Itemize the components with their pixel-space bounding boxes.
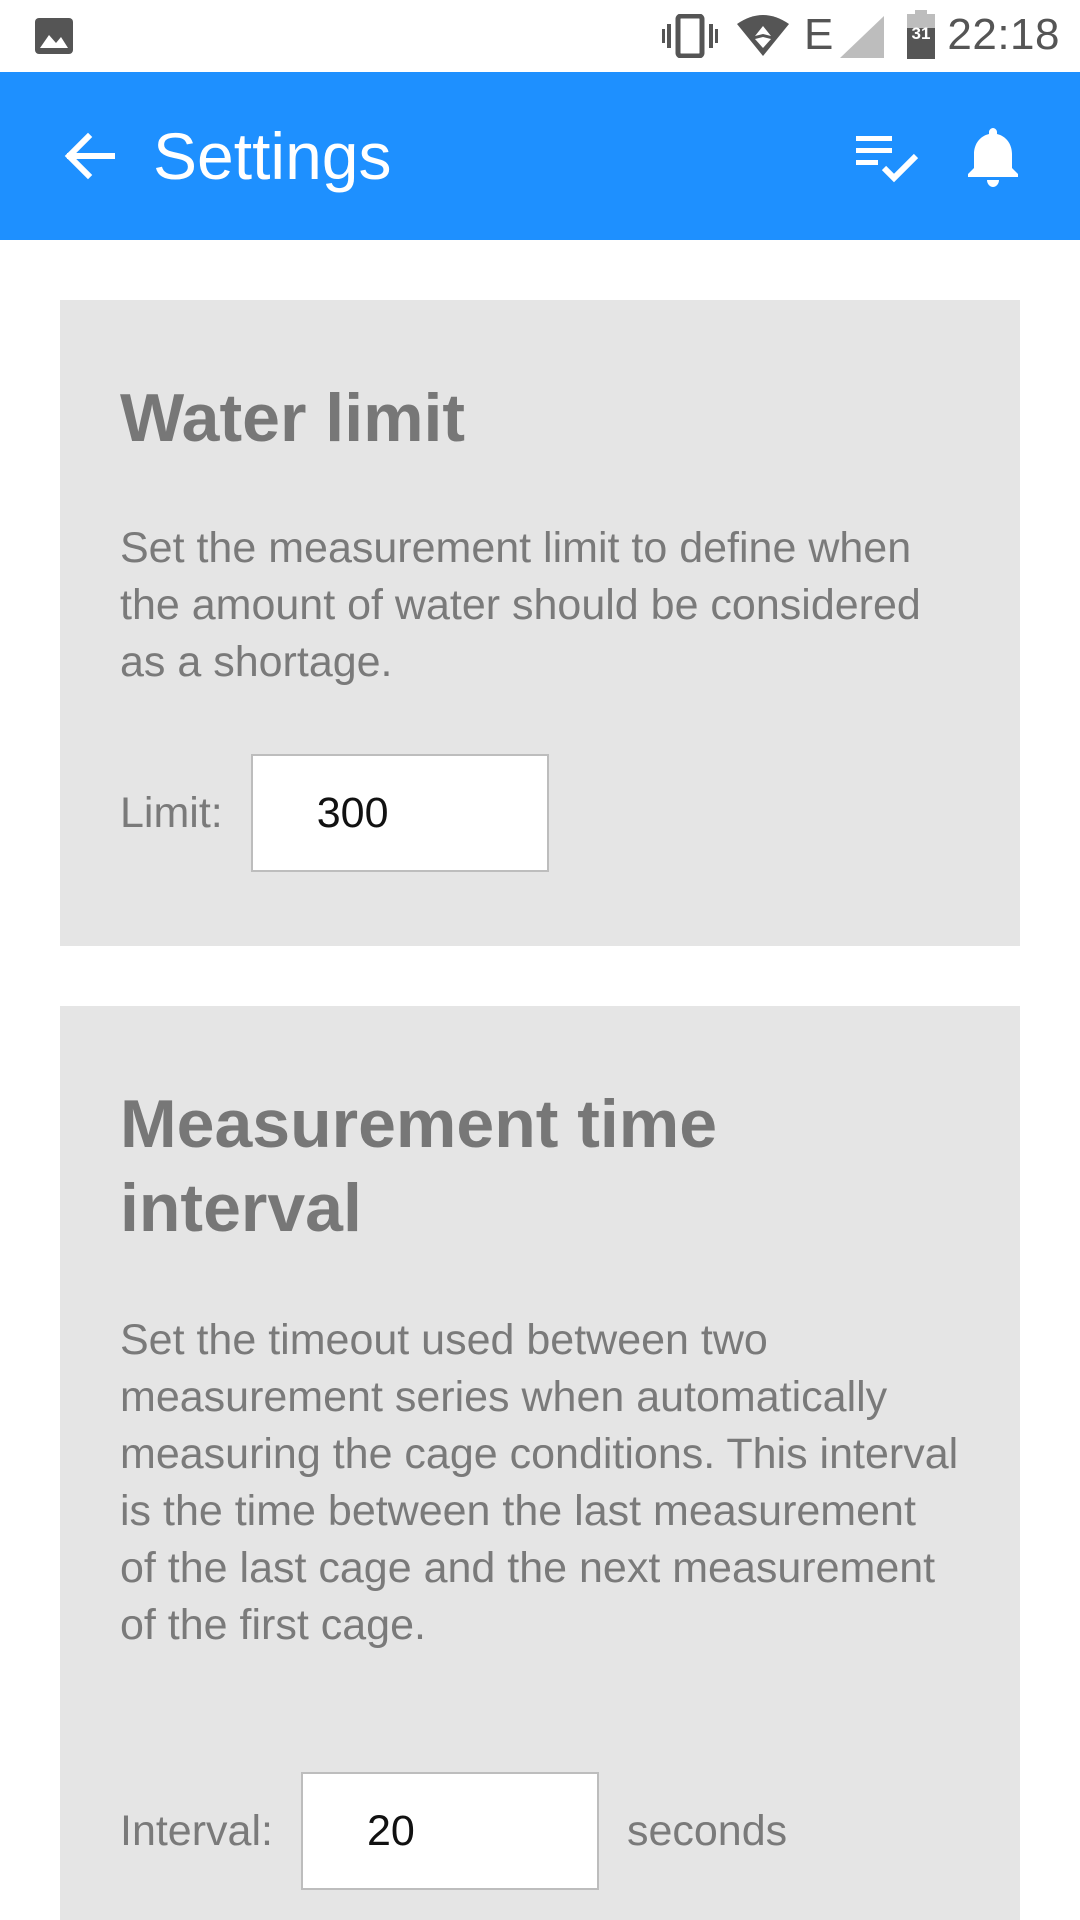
interval-input[interactable]: 20 bbox=[300, 1772, 599, 1890]
water-limit-card: Water limit Set the measurement limit to… bbox=[60, 300, 1020, 946]
measurement-interval-title: Measurement time interval bbox=[120, 1086, 718, 1246]
app-bar: Settings bbox=[0, 72, 1080, 240]
interval-label: Interval: bbox=[120, 1806, 273, 1855]
playlist-check-icon[interactable] bbox=[852, 122, 922, 192]
image-icon bbox=[35, 18, 73, 54]
status-bar: E 31 22:18 bbox=[0, 0, 1080, 72]
limit-field-row: Limit: 300 bbox=[120, 754, 549, 872]
signal-icon bbox=[840, 16, 884, 58]
water-limit-description: Set the measurement limit to define when… bbox=[120, 524, 921, 686]
measurement-interval-description: Set the timeout used between two measure… bbox=[120, 1316, 959, 1649]
limit-label: Limit: bbox=[120, 788, 223, 837]
vibrate-icon bbox=[662, 14, 718, 58]
interval-field-row: Interval: 20 seconds bbox=[120, 1772, 787, 1890]
battery-level-label: 31 bbox=[911, 24, 931, 43]
arrow-back-icon[interactable] bbox=[60, 126, 120, 186]
page-title: Settings bbox=[153, 119, 392, 193]
status-time: 22:18 bbox=[947, 10, 1060, 59]
water-limit-title: Water limit bbox=[120, 380, 466, 456]
interval-unit-label: seconds bbox=[626, 1806, 788, 1855]
wifi-icon bbox=[737, 15, 789, 56]
bell-icon[interactable] bbox=[958, 122, 1028, 192]
measurement-interval-card: Measurement time interval Set the timeou… bbox=[60, 1006, 1020, 1920]
limit-input[interactable]: 300 bbox=[250, 754, 549, 872]
network-type-label: E bbox=[804, 10, 834, 59]
